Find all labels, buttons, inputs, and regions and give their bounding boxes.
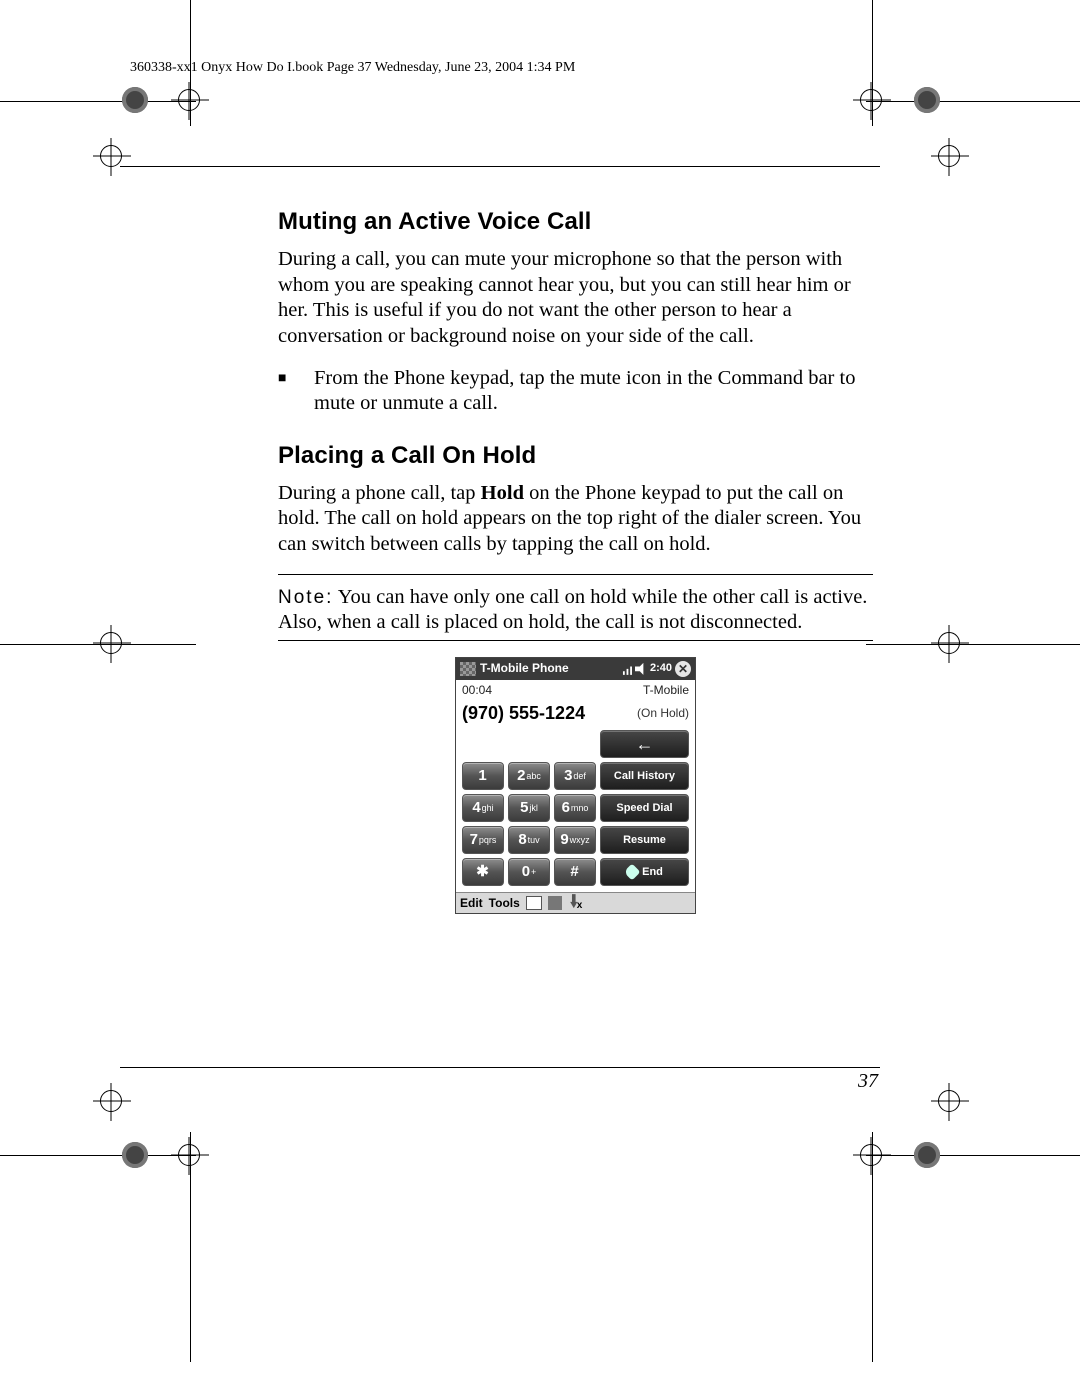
note-label: Note: — [278, 587, 333, 608]
close-icon[interactable]: ✕ — [675, 661, 691, 677]
notes-icon[interactable] — [526, 896, 542, 910]
tools-menu[interactable]: Tools — [489, 896, 520, 911]
note-rule-bottom — [278, 640, 873, 641]
section-title-muting: Muting an Active Voice Call — [278, 207, 873, 237]
section-paragraph: During a phone call, tap Hold on the Pho… — [278, 481, 873, 558]
carrier-label: T-Mobile — [643, 683, 689, 698]
running-head: 360338-xx1 Onyx How Do I.book Page 37 We… — [130, 60, 880, 76]
keypad-0[interactable]: 0+ — [508, 858, 550, 886]
page-number: 37 — [120, 1070, 878, 1093]
backspace-button[interactable]: ← — [600, 730, 689, 758]
call-history-button[interactable]: Call History — [600, 762, 689, 790]
registration-mark — [938, 632, 960, 654]
end-call-button[interactable]: End — [600, 858, 689, 886]
crop-mark — [866, 644, 1080, 645]
keypad-2[interactable]: 2abc — [508, 762, 550, 790]
keypad-star[interactable]: ✱ — [462, 858, 504, 886]
footer-rule — [120, 1067, 880, 1068]
registration-mark — [100, 145, 122, 167]
header-rule — [120, 166, 880, 167]
note-rule-top — [278, 574, 873, 575]
section-title-hold: Placing a Call On Hold — [278, 441, 873, 471]
keypad-5[interactable]: 5jkl — [508, 794, 550, 822]
registration-mark — [100, 1090, 122, 1112]
clock: 2:40 — [650, 662, 672, 676]
registration-mark — [938, 145, 960, 167]
registration-mark — [178, 1144, 200, 1166]
crop-mark — [872, 1132, 873, 1362]
signal-icon — [620, 663, 632, 675]
crop-mark — [0, 1155, 196, 1156]
crop-mark — [190, 1132, 191, 1362]
contacts-icon[interactable] — [548, 896, 562, 910]
crop-mark — [866, 1155, 1080, 1156]
registration-mark — [914, 87, 940, 113]
section-paragraph: During a call, you can mute your microph… — [278, 247, 873, 350]
bold-text: Hold — [481, 482, 524, 504]
arrow-left-icon: ← — [636, 733, 654, 756]
start-icon[interactable] — [460, 662, 476, 676]
speed-dial-button[interactable]: Speed Dial — [600, 794, 689, 822]
keypad-hash[interactable]: # — [554, 858, 596, 886]
bullet-text: From the Phone keypad, tap the mute icon… — [314, 366, 873, 417]
command-bar: Edit Tools x — [456, 892, 695, 913]
note-paragraph: Note: You can have only one call on hold… — [278, 585, 873, 636]
phone-screenshot: T-Mobile Phone 2:40 ✕ 00:04 T-Mobile (97… — [455, 657, 696, 915]
keypad-8[interactable]: 8tuv — [508, 826, 550, 854]
registration-mark — [100, 632, 122, 654]
keypad-1[interactable]: 1 — [462, 762, 504, 790]
mute-icon[interactable]: x — [568, 894, 583, 913]
keypad-3[interactable]: 3def — [554, 762, 596, 790]
registration-mark — [938, 1090, 960, 1112]
crop-mark — [866, 101, 1080, 102]
keypad-7[interactable]: 7pqrs — [462, 826, 504, 854]
note-body: You can have only one call on hold while… — [278, 586, 867, 634]
call-status[interactable]: (On Hold) — [637, 706, 689, 721]
text: During a phone call, tap — [278, 482, 481, 504]
bullet-marker: ■ — [278, 366, 314, 417]
resume-button[interactable]: Resume — [600, 826, 689, 854]
phone-number: (970) 555-1224 — [462, 702, 585, 725]
keypad-9[interactable]: 9wxyz — [554, 826, 596, 854]
keypad-4[interactable]: 4ghi — [462, 794, 504, 822]
registration-mark — [122, 1142, 148, 1168]
speaker-icon — [635, 663, 647, 675]
phone-icon — [624, 864, 641, 881]
registration-mark — [860, 1144, 882, 1166]
registration-mark — [914, 1142, 940, 1168]
phone-titlebar: T-Mobile Phone 2:40 ✕ — [456, 658, 695, 680]
edit-menu[interactable]: Edit — [460, 896, 483, 911]
app-title: T-Mobile Phone — [480, 661, 620, 676]
call-duration: 00:04 — [462, 683, 492, 698]
keypad-6[interactable]: 6mno — [554, 794, 596, 822]
